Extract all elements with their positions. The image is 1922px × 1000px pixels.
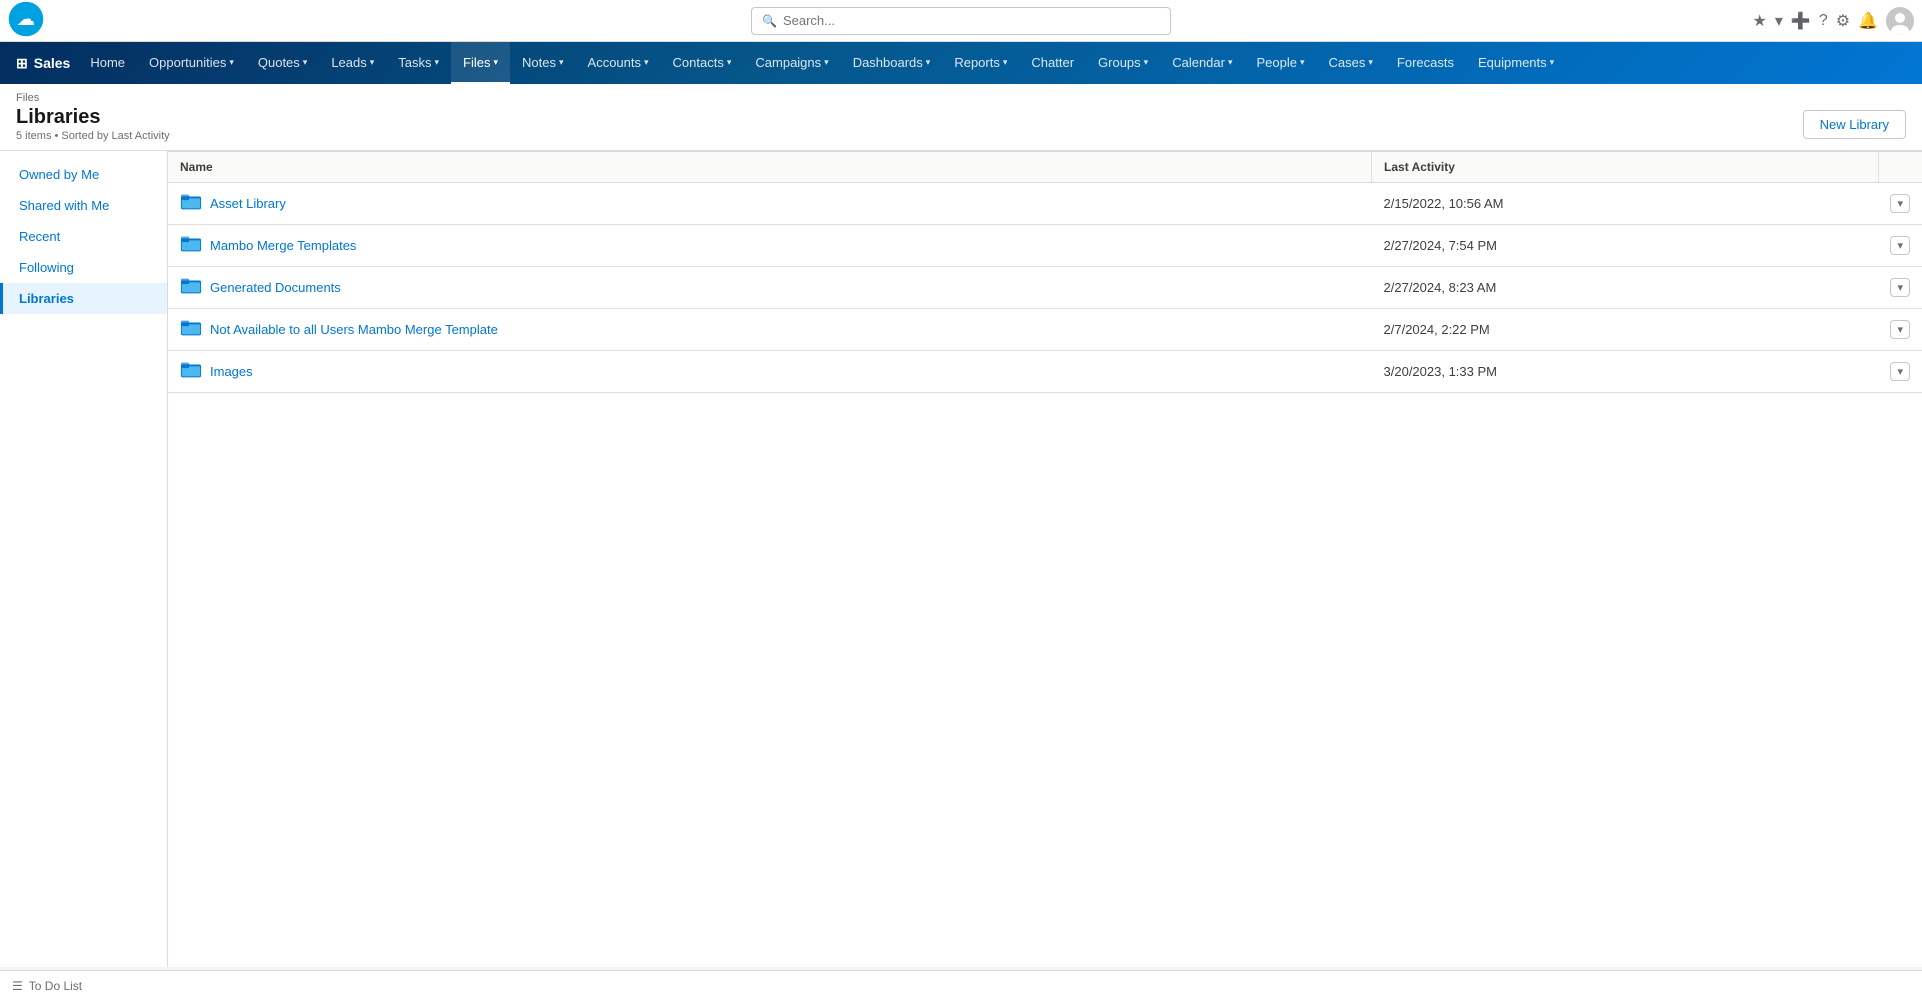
bottom-bar[interactable]: ☰ To Do List: [0, 970, 1922, 1000]
cell-name: Generated Documents: [168, 267, 1372, 309]
help-icon[interactable]: ?: [1819, 12, 1828, 30]
library-link[interactable]: Images: [210, 364, 253, 379]
nav-cases[interactable]: Cases▾: [1317, 42, 1385, 84]
cell-dropdown: ▾: [1878, 351, 1922, 393]
nav-forecasts[interactable]: Forecasts: [1385, 42, 1466, 84]
cell-name: Asset Library: [168, 183, 1372, 225]
row-dropdown-button[interactable]: ▾: [1890, 236, 1910, 255]
table-row: Images 3/20/2023, 1:33 PM ▾: [168, 351, 1922, 393]
row-dropdown-button[interactable]: ▾: [1890, 362, 1910, 381]
favorites-icon[interactable]: ★: [1753, 11, 1767, 31]
nav-tasks[interactable]: Tasks▾: [386, 42, 451, 84]
folder-icon: [180, 191, 202, 216]
nav-contacts[interactable]: Contacts▾: [661, 42, 744, 84]
cell-last-activity: 2/15/2022, 10:56 AM: [1372, 183, 1879, 225]
table-row: Asset Library 2/15/2022, 10:56 AM ▾: [168, 183, 1922, 225]
cell-dropdown: ▾: [1878, 309, 1922, 351]
library-link[interactable]: Not Available to all Users Mambo Merge T…: [210, 322, 498, 337]
notifications-icon[interactable]: 🔔: [1858, 11, 1878, 31]
app-launcher[interactable]: ⊞ Sales: [8, 42, 78, 84]
table-row: Generated Documents 2/27/2024, 8:23 AM ▾: [168, 267, 1922, 309]
cell-last-activity: 2/27/2024, 8:23 AM: [1372, 267, 1879, 309]
nav-opportunities[interactable]: Opportunities▾: [137, 42, 246, 84]
row-dropdown-button[interactable]: ▾: [1890, 320, 1910, 339]
avatar[interactable]: [1886, 7, 1914, 35]
table-header-row: Name Last Activity: [168, 152, 1922, 183]
nav-leads[interactable]: Leads▾: [319, 42, 386, 84]
favorites-dropdown-icon[interactable]: ▾: [1775, 11, 1783, 31]
search-bar: 🔍: [751, 7, 1171, 35]
sidebar-item-following[interactable]: Following: [0, 252, 167, 283]
cell-name: Mambo Merge Templates: [168, 225, 1372, 267]
top-right-icons: ★ ▾ ➕ ? ⚙ 🔔: [1753, 7, 1914, 35]
col-actions: [1878, 152, 1922, 183]
cell-dropdown: ▾: [1878, 267, 1922, 309]
library-link[interactable]: Mambo Merge Templates: [210, 238, 356, 253]
setup-icon[interactable]: ⚙: [1836, 11, 1850, 31]
nav-groups[interactable]: Groups▾: [1086, 42, 1160, 84]
table-row: Not Available to all Users Mambo Merge T…: [168, 309, 1922, 351]
sf-logo[interactable]: ☁: [8, 1, 44, 40]
sidebar: Owned by Me Shared with Me Recent Follow…: [0, 151, 168, 967]
sidebar-item-recent[interactable]: Recent: [0, 221, 167, 252]
nav-notes[interactable]: Notes▾: [510, 42, 576, 84]
folder-icon: [180, 317, 202, 342]
search-input[interactable]: [783, 13, 1160, 28]
svg-text:☁: ☁: [17, 8, 36, 29]
library-link[interactable]: Generated Documents: [210, 280, 341, 295]
row-dropdown-button[interactable]: ▾: [1890, 194, 1910, 213]
todo-icon: ☰: [12, 979, 23, 993]
sidebar-item-owned-by-me[interactable]: Owned by Me: [0, 159, 167, 190]
row-dropdown-button[interactable]: ▾: [1890, 278, 1910, 297]
cell-last-activity: 3/20/2023, 1:33 PM: [1372, 351, 1879, 393]
top-bar: ☁ 🔍 ★ ▾ ➕ ? ⚙ 🔔: [0, 0, 1922, 42]
nav-campaigns[interactable]: Campaigns▾: [743, 42, 840, 84]
page-title: Libraries: [16, 106, 170, 129]
library-link[interactable]: Asset Library: [210, 196, 286, 211]
cell-dropdown: ▾: [1878, 225, 1922, 267]
nav-files[interactable]: Files▾: [451, 42, 510, 84]
folder-icon: [180, 233, 202, 258]
nav-reports[interactable]: Reports▾: [942, 42, 1019, 84]
libraries-table: Name Last Activity Asset Library 2/15/202…: [168, 152, 1922, 393]
col-name[interactable]: Name: [168, 152, 1372, 183]
table-row: Mambo Merge Templates 2/27/2024, 7:54 PM ▾: [168, 225, 1922, 267]
nav-dashboards[interactable]: Dashboards▾: [841, 42, 943, 84]
col-last-activity[interactable]: Last Activity: [1372, 152, 1879, 183]
nav-chatter[interactable]: Chatter: [1019, 42, 1086, 84]
nav-people[interactable]: People▾: [1245, 42, 1317, 84]
main-content: Owned by Me Shared with Me Recent Follow…: [0, 151, 1922, 967]
page-subtitle: 5 items • Sorted by Last Activity: [16, 130, 170, 142]
add-icon[interactable]: ➕: [1791, 11, 1811, 31]
breadcrumb: Files: [16, 92, 1906, 104]
cell-last-activity: 2/27/2024, 7:54 PM: [1372, 225, 1879, 267]
cell-dropdown: ▾: [1878, 183, 1922, 225]
new-library-button[interactable]: New Library: [1803, 110, 1906, 139]
app-name: Sales: [34, 55, 71, 71]
folder-icon: [180, 275, 202, 300]
grid-icon: ⊞: [16, 55, 28, 72]
todo-label: To Do List: [29, 979, 82, 993]
folder-icon: [180, 359, 202, 384]
search-icon: 🔍: [762, 14, 777, 28]
cell-name: Not Available to all Users Mambo Merge T…: [168, 309, 1372, 351]
table-area: Name Last Activity Asset Library 2/15/202…: [168, 151, 1922, 967]
cell-last-activity: 2/7/2024, 2:22 PM: [1372, 309, 1879, 351]
sidebar-item-libraries[interactable]: Libraries: [0, 283, 167, 314]
sidebar-item-shared-with-me[interactable]: Shared with Me: [0, 190, 167, 221]
nav-calendar[interactable]: Calendar▾: [1160, 42, 1244, 84]
nav-accounts[interactable]: Accounts▾: [576, 42, 661, 84]
page-header: Files Libraries 5 items • Sorted by Last…: [0, 84, 1922, 151]
nav-quotes[interactable]: Quotes▾: [246, 42, 319, 84]
nav-home[interactable]: Home: [78, 42, 137, 84]
cell-name: Images: [168, 351, 1372, 393]
nav-bar: ⊞ Sales Home Opportunities▾ Quotes▾ Lead…: [0, 42, 1922, 84]
nav-equipments[interactable]: Equipments▾: [1466, 42, 1566, 84]
